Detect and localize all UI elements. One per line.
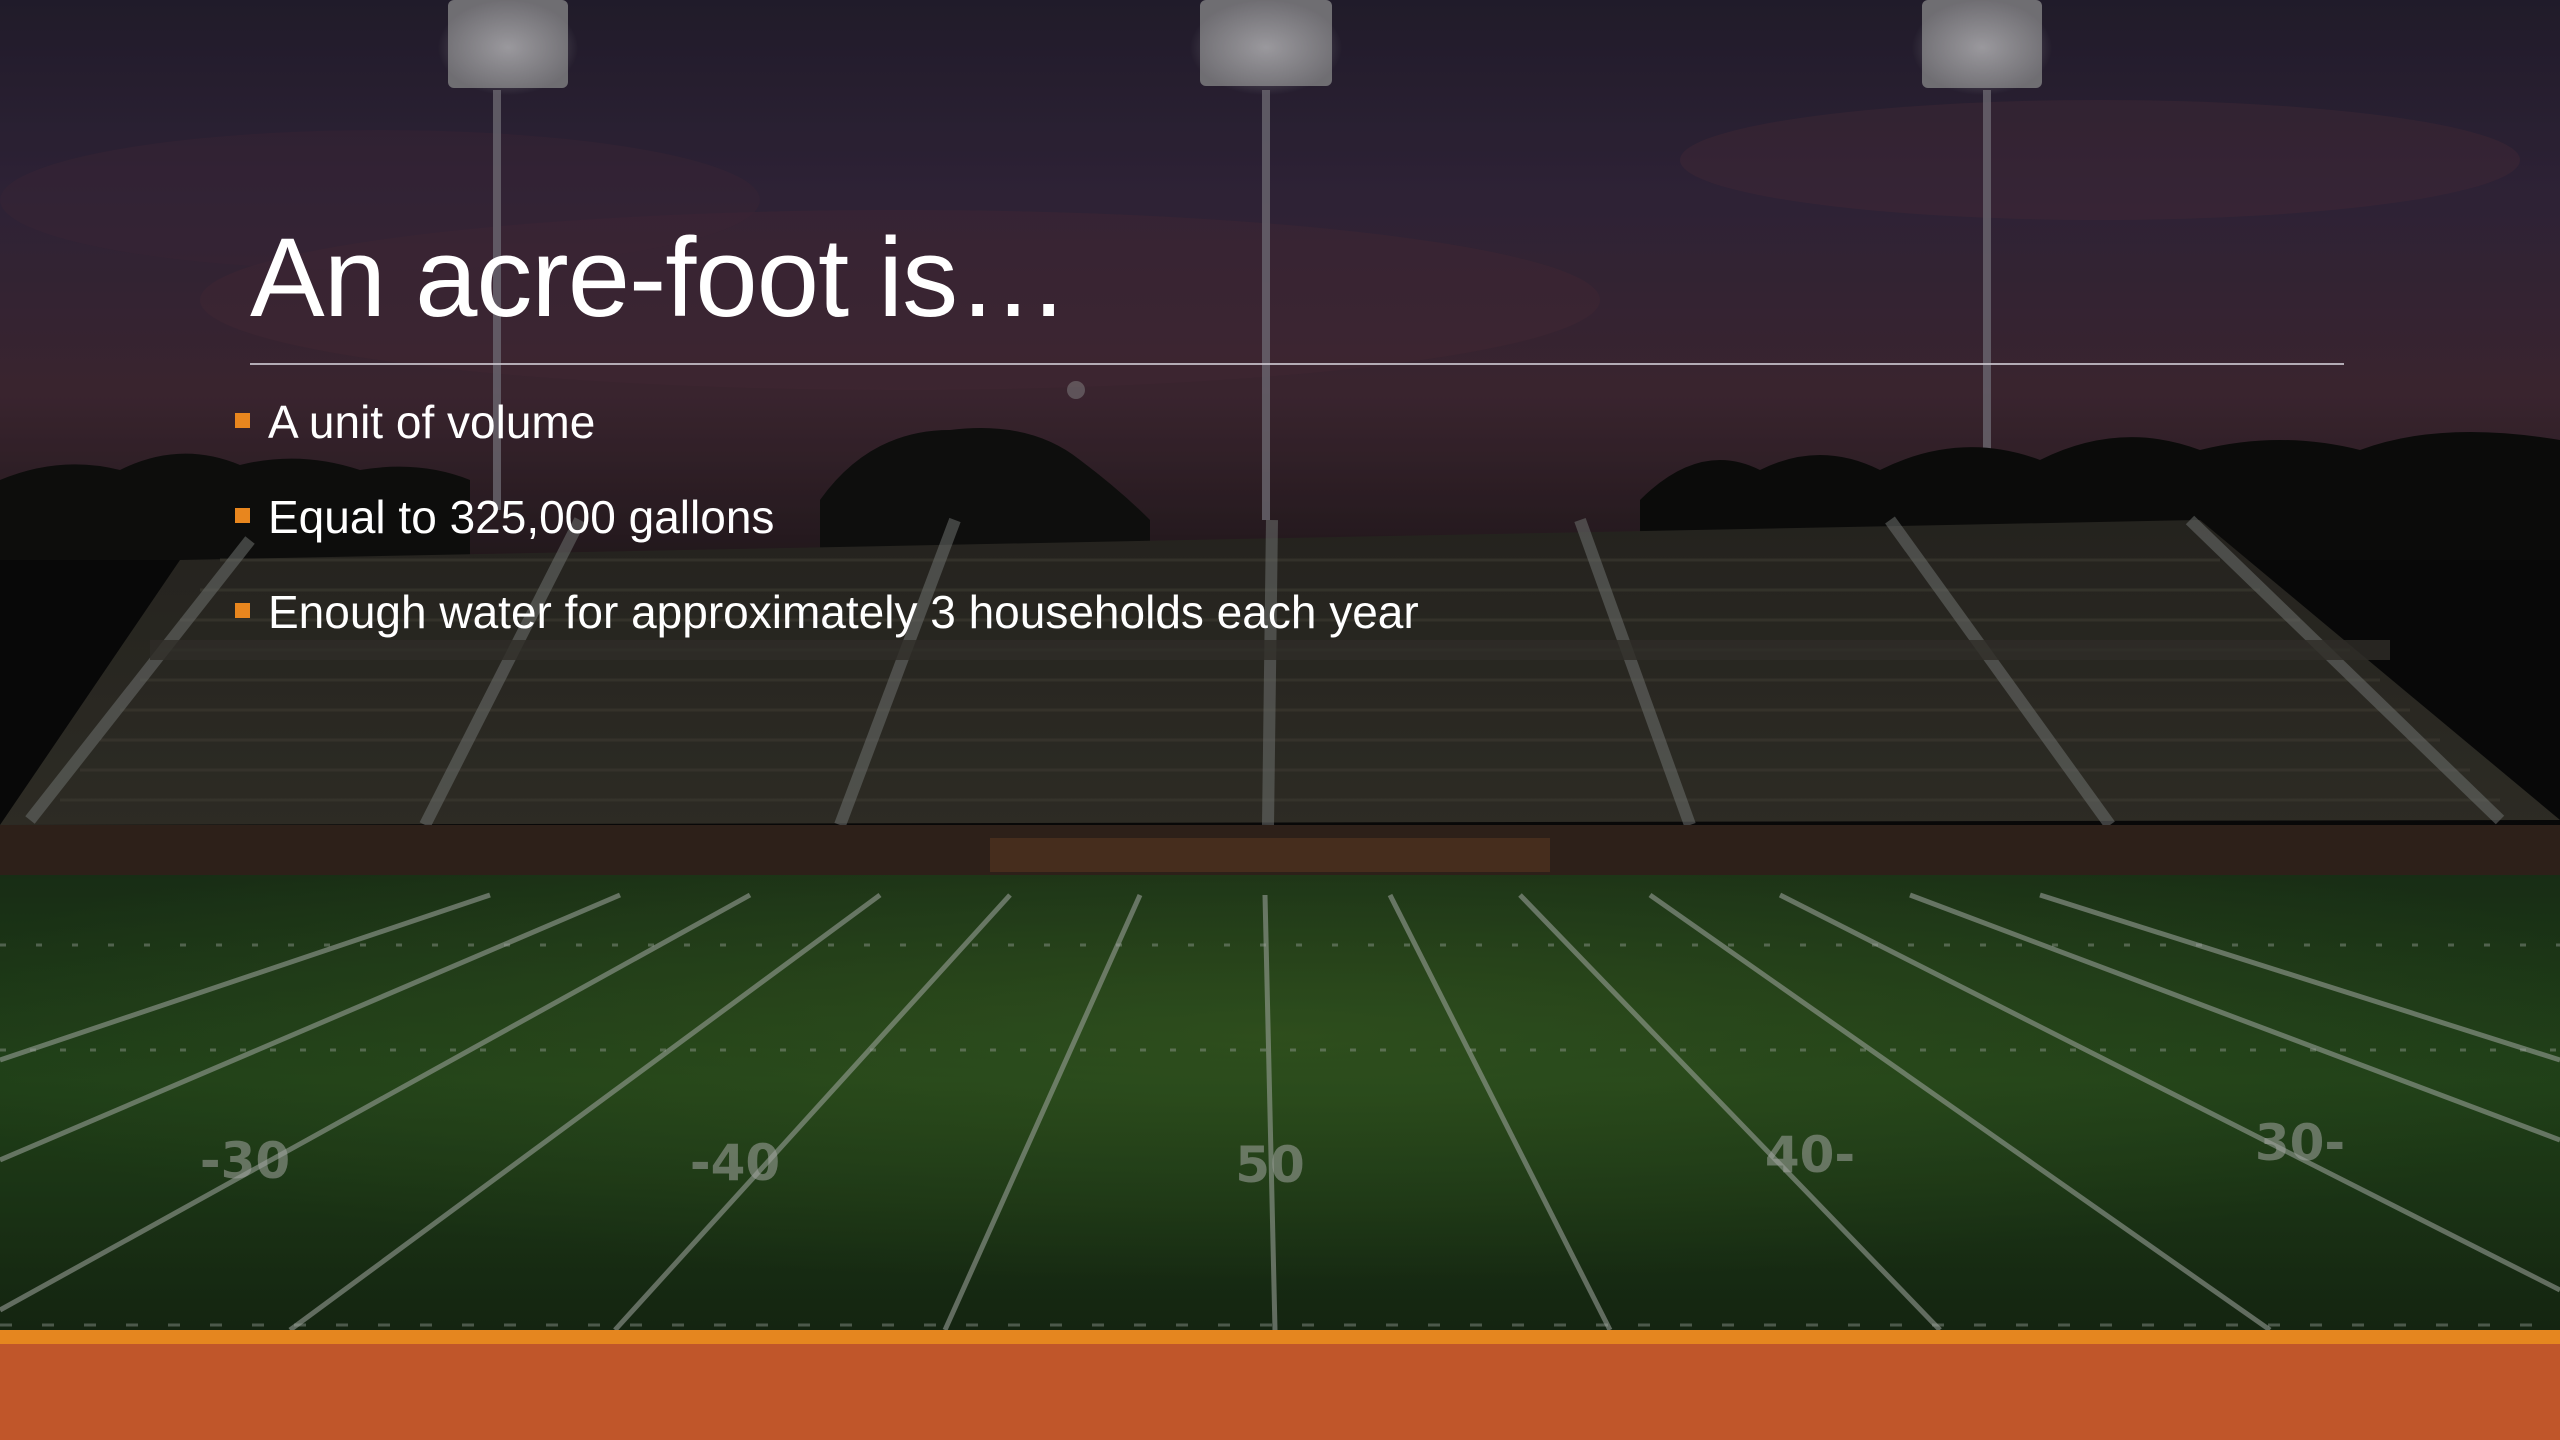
square-bullet-icon: [235, 413, 250, 428]
title-divider: [250, 363, 2344, 365]
bullet-text: A unit of volume: [268, 396, 596, 448]
square-bullet-icon: [235, 508, 250, 523]
bullet-text: Equal to 325,000 gallons: [268, 491, 775, 543]
bullet-text: Enough water for approximately 3 househo…: [268, 586, 1419, 638]
bullet-item: Equal to 325,000 gallons: [232, 485, 1419, 580]
bullet-list: A unit of volume Equal to 325,000 gallon…: [232, 390, 1419, 675]
square-bullet-icon: [235, 603, 250, 618]
footer-band-stripe: [0, 1330, 2560, 1344]
slide: -30 -40 50 40- 30- An acre-foot is… A un…: [0, 0, 2560, 1440]
footer-band: [0, 1330, 2560, 1440]
bullet-item: A unit of volume: [232, 390, 1419, 485]
slide-title: An acre-foot is…: [250, 215, 1069, 340]
bullet-item: Enough water for approximately 3 househo…: [232, 580, 1419, 675]
